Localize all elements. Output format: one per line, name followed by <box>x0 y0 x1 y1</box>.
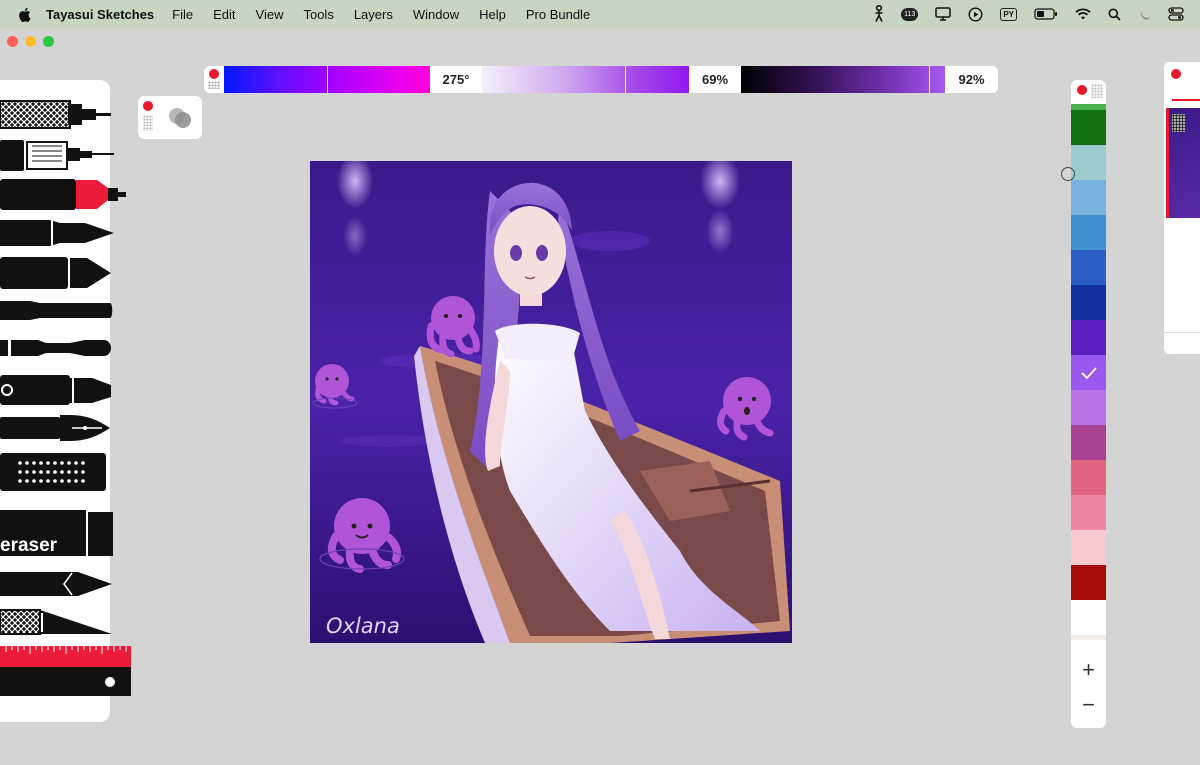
navigator-divider <box>1172 99 1200 101</box>
eraser-label: eraser <box>0 535 58 556</box>
drag-handle-icon[interactable] <box>143 115 153 131</box>
zoom-window-button[interactable] <box>43 36 54 47</box>
search-icon[interactable] <box>1108 0 1121 28</box>
menu-file[interactable]: File <box>172 7 193 22</box>
red-felt-pen-tool[interactable] <box>0 179 126 210</box>
saturation-slider-thumb[interactable] <box>625 66 626 93</box>
palette-swatch[interactable] <box>1071 320 1106 355</box>
palette-swatch[interactable] <box>1071 250 1106 285</box>
moon-icon[interactable] <box>1138 0 1151 28</box>
navigator-thumbnail-pattern-icon <box>1172 114 1186 132</box>
layer-panel-close-icon[interactable] <box>143 101 153 111</box>
brightness-value: 92% <box>958 72 985 87</box>
navigator-separator <box>1164 332 1200 333</box>
minimize-window-button[interactable] <box>25 36 36 47</box>
drawing-canvas[interactable]: Oxlana <box>310 161 792 643</box>
mechanical-pencil-tool[interactable] <box>0 100 111 129</box>
wifi-icon[interactable] <box>1075 0 1091 28</box>
cutter-tool[interactable] <box>0 609 112 635</box>
menu-view[interactable]: View <box>256 7 284 22</box>
saturation-slider[interactable] <box>482 66 689 93</box>
color-palette: + − <box>1071 80 1106 728</box>
palette-swatch[interactable] <box>1071 180 1106 215</box>
puppet-icon[interactable] <box>874 0 884 28</box>
drag-handle-icon[interactable] <box>1091 84 1103 98</box>
cursor-ring-icon <box>1061 167 1075 181</box>
checkmark-icon <box>1081 367 1097 380</box>
brightness-slider-thumb[interactable] <box>929 66 930 93</box>
brush-tool[interactable] <box>0 301 113 320</box>
pattern-stamp-tool[interactable] <box>0 453 106 491</box>
fountain-pen-tool[interactable] <box>0 415 110 441</box>
palette-swatch[interactable] <box>1071 460 1106 495</box>
palette-swatch[interactable] <box>1071 145 1106 180</box>
layer-panel <box>138 96 202 139</box>
pencil-tool[interactable] <box>0 572 112 596</box>
ruler-tool[interactable] <box>0 646 131 696</box>
tool-panel: eraser <box>0 80 131 722</box>
brightness-slider[interactable] <box>741 66 945 93</box>
notification-badge-icon[interactable]: 113 <box>901 0 919 28</box>
control-center-icon[interactable] <box>1168 0 1184 28</box>
palette-swatch[interactable] <box>1071 355 1106 390</box>
artist-signature: Oxlana <box>326 614 400 638</box>
technical-pen-tool[interactable] <box>0 140 114 171</box>
display-icon[interactable] <box>935 0 952 28</box>
color-slider-bar: 275° 69% 92% <box>204 66 998 93</box>
play-icon[interactable] <box>968 0 983 28</box>
palette-swatch[interactable] <box>1071 565 1106 600</box>
saturation-value: 69% <box>701 72 729 87</box>
palette-swatch[interactable] <box>1071 215 1106 250</box>
marker-tool[interactable] <box>0 257 111 289</box>
menu-window[interactable]: Window <box>413 7 459 22</box>
status-area: 113 PY <box>874 0 1200 28</box>
palette-swatch[interactable] <box>1071 110 1106 145</box>
badge-count: 113 <box>901 7 919 21</box>
battery-icon[interactable] <box>1034 0 1058 28</box>
palette-swatch[interactable] <box>1071 530 1106 565</box>
menu-pro-bundle[interactable]: Pro Bundle <box>526 7 590 22</box>
palette-divider <box>1071 635 1106 640</box>
artwork-illustration: Oxlana <box>310 161 792 643</box>
palette-swatch[interactable] <box>1071 600 1106 635</box>
menu-tools[interactable]: Tools <box>303 7 333 22</box>
palette-swatch[interactable] <box>1071 495 1106 530</box>
menu-edit[interactable]: Edit <box>213 7 235 22</box>
fineliner-tool[interactable] <box>0 220 114 246</box>
airbrush-tool[interactable] <box>0 375 111 405</box>
menu-help[interactable]: Help <box>479 7 506 22</box>
close-window-button[interactable] <box>7 36 18 47</box>
palette-swatch[interactable] <box>1071 390 1106 425</box>
palette-swatch[interactable] <box>1071 425 1106 460</box>
watercolor-brush-tool[interactable] <box>0 340 111 358</box>
color-bar-close-icon[interactable] <box>209 69 219 79</box>
navigator-close-icon[interactable] <box>1171 69 1181 79</box>
hue-slider-thumb[interactable] <box>327 66 328 93</box>
apple-icon[interactable] <box>18 7 32 22</box>
layers-icon[interactable] <box>166 103 196 133</box>
menu-bar: Tayasui Sketches File Edit View Tools La… <box>0 0 1200 28</box>
eraser-tool[interactable]: eraser <box>0 510 113 556</box>
navigator-panel <box>1164 62 1200 354</box>
palette-swatch[interactable] <box>1071 285 1106 320</box>
remove-color-button[interactable]: − <box>1071 688 1106 722</box>
py-icon[interactable]: PY <box>1000 0 1017 28</box>
menu-layers[interactable]: Layers <box>354 7 393 22</box>
drag-handle-icon[interactable] <box>208 81 220 89</box>
hue-value: 275° <box>442 72 470 87</box>
add-color-button[interactable]: + <box>1071 653 1106 687</box>
palette-close-icon[interactable] <box>1077 85 1087 95</box>
app-name[interactable]: Tayasui Sketches <box>46 7 154 22</box>
